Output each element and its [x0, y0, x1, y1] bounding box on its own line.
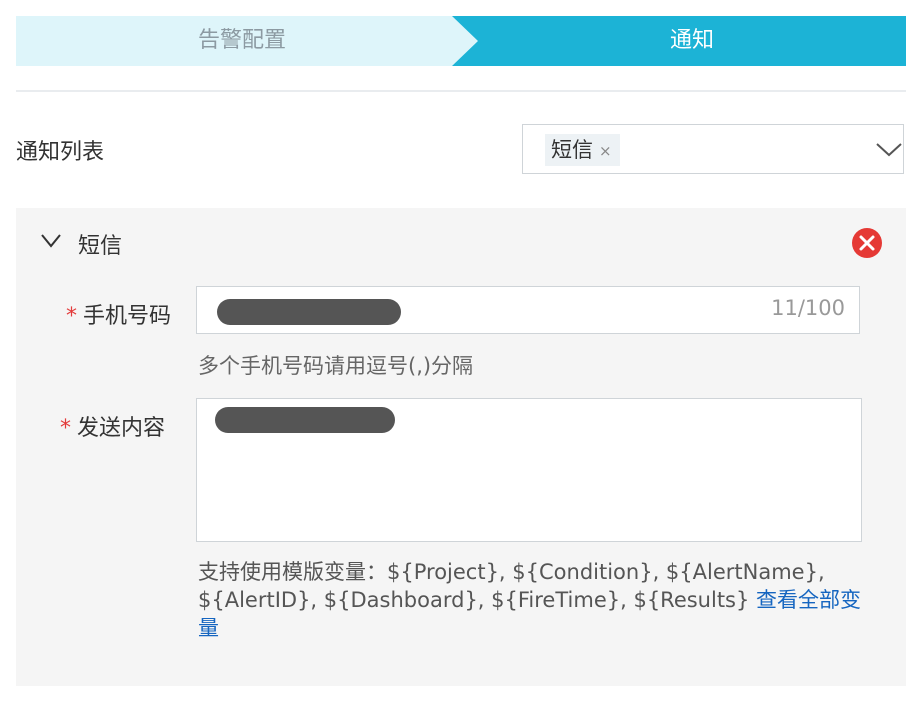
- step-indicator: 告警配置 通知: [16, 16, 906, 66]
- chevron-down-icon[interactable]: [875, 138, 903, 160]
- divider: [16, 90, 906, 92]
- variable-help-text: 支持使用模版变量：${Project}, ${Condition}, ${Ale…: [198, 560, 825, 612]
- phone-label-text: 手机号码: [83, 304, 172, 329]
- panel-title: 短信: [78, 234, 123, 259]
- collapse-chevron-icon[interactable]: [40, 232, 62, 250]
- tag-close-icon[interactable]: ×: [599, 142, 612, 160]
- step-alert-config[interactable]: 告警配置: [16, 16, 468, 66]
- phone-input[interactable]: 11/100: [196, 286, 860, 334]
- char-counter: 11/100: [771, 296, 845, 320]
- required-mark: *: [66, 304, 77, 329]
- content-label-text: 发送内容: [77, 416, 166, 441]
- redacted-content-value: [215, 407, 395, 433]
- notify-list-label: 通知列表: [16, 140, 105, 165]
- step-notify[interactable]: 通知: [452, 16, 906, 66]
- alert-notify-page: 告警配置 通知 通知列表 短信 × 短信 * 手机号码 11/100 多个手机号…: [0, 0, 924, 706]
- close-circle-icon[interactable]: [851, 227, 883, 259]
- variable-help: 支持使用模版变量：${Project}, ${Condition}, ${Ale…: [198, 558, 868, 642]
- required-mark: *: [60, 416, 71, 441]
- redacted-phone-value: [217, 299, 401, 325]
- tag-label: 短信: [551, 138, 593, 162]
- step-alert-config-label: 告警配置: [197, 28, 286, 53]
- phone-hint: 多个手机号码请用逗号(,)分隔: [198, 354, 474, 378]
- notify-list-select[interactable]: 短信 ×: [522, 124, 904, 174]
- content-textarea[interactable]: [196, 398, 862, 542]
- content-label: * 发送内容: [60, 410, 165, 442]
- sms-panel: 短信 * 手机号码 11/100 多个手机号码请用逗号(,)分隔 * 发送内容 支持…: [16, 208, 906, 686]
- step-notify-label: 通知: [669, 28, 714, 53]
- phone-label: * 手机号码: [66, 298, 171, 330]
- selected-tag-sms: 短信 ×: [545, 134, 620, 166]
